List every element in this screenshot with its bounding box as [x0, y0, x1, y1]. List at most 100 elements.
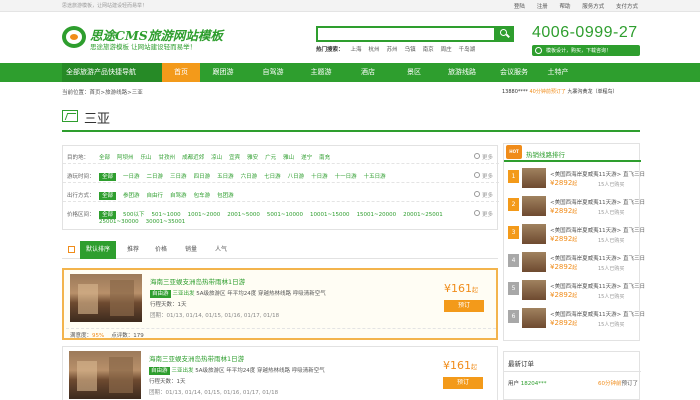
- rank-item[interactable]: 1 <美国西海岸夏威夷11天游> 直飞三日 ¥2892起 15人已购买: [508, 166, 645, 192]
- filter-option[interactable]: 包车游: [194, 193, 211, 199]
- rank-thumbnail[interactable]: [522, 308, 546, 328]
- filter-option[interactable]: 宜宾: [229, 155, 240, 161]
- filter-option[interactable]: 四日游: [194, 174, 211, 180]
- breadcrumb-routes[interactable]: 旅游线路: [105, 90, 127, 96]
- filter-option[interactable]: 二日游: [147, 174, 164, 180]
- filter-option[interactable]: 500以下: [123, 212, 145, 218]
- filter-option[interactable]: 七日游: [264, 174, 281, 180]
- filter-option[interactable]: 包团游: [217, 193, 234, 199]
- login-link[interactable]: 登陆: [514, 4, 525, 10]
- filter-option[interactable]: 5001~10000: [267, 212, 303, 218]
- logo-icon[interactable]: [62, 26, 86, 48]
- filter-option-selected[interactable]: 全部: [99, 192, 117, 200]
- nav-meeting[interactable]: 会议服务: [492, 63, 536, 82]
- filter-option[interactable]: 三日游: [170, 174, 187, 180]
- filter-option[interactable]: 五日游: [217, 174, 234, 180]
- rank-title[interactable]: <美国西海岸夏威夷11天游> 直飞三日: [550, 254, 645, 262]
- filter-option[interactable]: 参团游: [123, 193, 140, 199]
- filter-option-selected[interactable]: 全部: [99, 173, 117, 181]
- filter-option[interactable]: 成都近郊: [182, 155, 204, 161]
- hot-city[interactable]: 南京: [423, 47, 434, 53]
- filter-option[interactable]: 10001~15000: [310, 212, 350, 218]
- nav-home[interactable]: 首页: [162, 63, 200, 82]
- nav-all-products[interactable]: 全部旅游产品快捷导航: [62, 63, 162, 82]
- tab-sales[interactable]: 销量: [178, 241, 204, 259]
- filter-option[interactable]: 501~1000: [152, 212, 181, 218]
- register-link[interactable]: 注册: [537, 4, 548, 10]
- filter-option[interactable]: 六日游: [241, 174, 258, 180]
- filter-option[interactable]: 凉山: [211, 155, 222, 161]
- hot-city[interactable]: 千岛湖: [459, 47, 476, 53]
- book-button[interactable]: 预订: [443, 377, 483, 389]
- filter-more-button[interactable]: 更多: [474, 153, 493, 161]
- rank-thumbnail[interactable]: [522, 252, 546, 272]
- nav-group-tour[interactable]: 跟团游: [204, 63, 242, 82]
- filter-option[interactable]: 15001~20000: [357, 212, 397, 218]
- rank-title[interactable]: <美国西海岸夏威夷11天游> 直飞三日: [550, 226, 645, 234]
- nav-scenic[interactable]: 景区: [396, 63, 432, 82]
- filter-option[interactable]: 八日游: [288, 174, 305, 180]
- payment-link[interactable]: 支付方式: [616, 4, 638, 10]
- product-title[interactable]: 海南三亚蜈支洲岛热带雨林1日游: [149, 353, 244, 363]
- rank-title[interactable]: <美国西海岸夏威夷11天游> 直飞三日: [550, 282, 645, 290]
- filter-option[interactable]: 乐山: [141, 155, 152, 161]
- tab-price[interactable]: 价格: [148, 241, 174, 259]
- filter-option-selected[interactable]: 全部: [99, 211, 117, 219]
- service-link[interactable]: 服务方式: [582, 4, 604, 10]
- nav-self-drive[interactable]: 自驾游: [254, 63, 292, 82]
- filter-option[interactable]: 雅山: [283, 155, 294, 161]
- rank-item[interactable]: 2 <美国西海岸夏威夷11天游> 直飞三日 ¥2892起 15人已购买: [508, 194, 645, 220]
- nav-routes[interactable]: 旅游线路: [440, 63, 484, 82]
- filter-more-button[interactable]: 更多: [474, 191, 493, 199]
- filter-option[interactable]: 全部: [99, 155, 110, 161]
- ticker-product[interactable]: 九寨沟黄龙（单程鸟）: [567, 89, 617, 95]
- filter-more-button[interactable]: 更多: [474, 210, 493, 218]
- nav-hotel[interactable]: 酒店: [350, 63, 386, 82]
- filter-option[interactable]: 南充: [319, 155, 330, 161]
- product-card[interactable]: 海南三亚蜈支洲岛热带雨林1日游 自由游 三亚出发 5A级旅游区 年平均24度 穿越…: [62, 268, 498, 340]
- book-button[interactable]: 预订: [444, 300, 484, 312]
- search-button[interactable]: [494, 26, 514, 42]
- filter-option[interactable]: 一日游: [123, 174, 140, 180]
- filter-option[interactable]: 2001~5000: [227, 212, 260, 218]
- tab-default-sort[interactable]: 默认排序: [80, 241, 116, 259]
- rank-thumbnail[interactable]: [522, 196, 546, 216]
- product-photo[interactable]: [69, 351, 141, 399]
- filter-option[interactable]: 阿坝州: [117, 155, 134, 161]
- search-input[interactable]: [316, 26, 496, 42]
- product-photo[interactable]: [70, 274, 142, 322]
- filter-option[interactable]: 甘孜州: [159, 155, 176, 161]
- tab-popularity[interactable]: 人气: [208, 241, 234, 259]
- filter-option[interactable]: 自驾游: [170, 193, 187, 199]
- rank-title[interactable]: <美国西海岸夏威夷11天游> 直飞三日: [550, 198, 645, 206]
- hot-city[interactable]: 上海: [351, 47, 362, 53]
- help-link[interactable]: 帮助: [559, 4, 570, 10]
- rank-item[interactable]: 3 <美国西海岸夏威夷11天游> 直飞三日 ¥2892起 15人已购买: [508, 222, 645, 248]
- nav-theme-tour[interactable]: 主题游: [302, 63, 340, 82]
- hot-city[interactable]: 杭州: [369, 47, 380, 53]
- rank-title[interactable]: <美国西海岸夏威夷11天游> 直飞三日: [550, 310, 645, 318]
- hot-city[interactable]: 周庄: [441, 47, 452, 53]
- tab-recommend[interactable]: 推荐: [120, 241, 146, 259]
- filter-option[interactable]: 25001~30000: [99, 219, 139, 225]
- filter-option[interactable]: 30001~35001: [146, 219, 186, 225]
- rank-thumbnail[interactable]: [522, 280, 546, 300]
- rank-item[interactable]: 4 <美国西海岸夏威夷11天游> 直飞三日 ¥2892起 15人已购买: [508, 250, 645, 276]
- hot-city[interactable]: 乌镇: [405, 47, 416, 53]
- rank-item[interactable]: 5 <美国西海岸夏威夷11天游> 直飞三日 ¥2892起 15人已购买: [508, 278, 645, 304]
- rank-item[interactable]: 6 <美国西海岸夏威夷11天游> 直飞三日 ¥2892起 15人已购买: [508, 306, 645, 332]
- filter-option[interactable]: 十日游: [311, 174, 328, 180]
- filter-option[interactable]: 十一日游: [335, 174, 357, 180]
- filter-option[interactable]: 20001~25001: [403, 212, 443, 218]
- hot-city[interactable]: 苏州: [387, 47, 398, 53]
- rank-thumbnail[interactable]: [522, 224, 546, 244]
- filter-option[interactable]: 遂宁: [301, 155, 312, 161]
- filter-option[interactable]: 广元: [265, 155, 276, 161]
- filter-option[interactable]: 1001~2000: [188, 212, 221, 218]
- product-title[interactable]: 海南三亚蜈支洲岛热带雨林1日游: [150, 276, 245, 286]
- breadcrumb-home[interactable]: 首页: [90, 90, 101, 96]
- rank-title[interactable]: <美国西海岸夏威夷11天游> 直飞三日: [550, 170, 645, 178]
- filter-option[interactable]: 十五日游: [364, 174, 386, 180]
- filter-option[interactable]: 自由行: [147, 193, 164, 199]
- nav-specialty[interactable]: 土特产: [538, 63, 578, 82]
